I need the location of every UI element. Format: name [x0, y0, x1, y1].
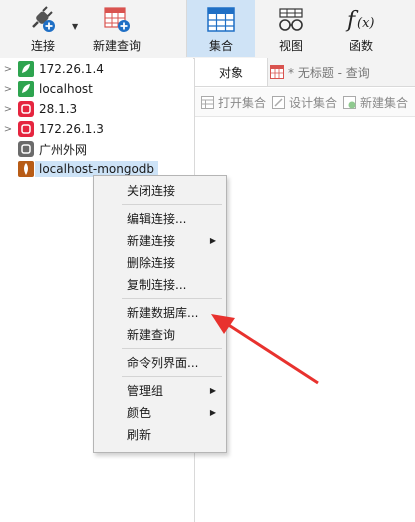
tree-item-localhost[interactable]: > localhost — [0, 79, 193, 99]
tab-untitled-query[interactable]: * 无标题 - 查询 — [270, 58, 370, 86]
tab-bar: 对象 * 无标题 - 查询 — [195, 58, 415, 87]
menu-refresh[interactable]: 刷新 — [94, 423, 226, 445]
mongodb-leaf-icon — [18, 161, 34, 177]
query-tab-icon — [270, 65, 284, 79]
function-button[interactable]: f (x) 函数 — [332, 0, 390, 57]
menu-new-database[interactable]: 新建数据库... — [94, 301, 226, 323]
connect-dropdown-icon[interactable]: ▼ — [72, 22, 78, 31]
open-collection-label: 打开集合 — [218, 95, 267, 110]
menu-command-line[interactable]: 命令列界面... — [94, 351, 226, 373]
menu-separator — [122, 348, 222, 349]
menu-separator — [122, 298, 222, 299]
tree-item-label: localhost — [39, 82, 93, 96]
view-button[interactable]: 视图 — [262, 0, 320, 57]
submenu-arrow-icon: ▶ — [209, 235, 216, 245]
expand-chevron-icon[interactable]: > — [0, 84, 16, 95]
object-panel: 对象 * 无标题 - 查询 打开集合 设计集合 新建集合 — [194, 58, 415, 522]
menu-close-connection[interactable]: 关闭连接 — [94, 179, 226, 201]
tree-item-28-1-3[interactable]: > 28.1.3 — [0, 99, 193, 119]
expand-chevron-icon[interactable]: > — [0, 104, 16, 115]
new-query-table-icon — [88, 0, 146, 33]
new-query-label: 新建查询 — [92, 39, 141, 53]
new-collection-icon — [343, 95, 357, 109]
tree-item-label: 广州外网 — [39, 142, 88, 157]
tree-item-172-26-1-4[interactable]: > 172.26.1.4 — [0, 59, 193, 79]
new-collection-label: 新建集合 — [360, 95, 409, 110]
tree-item-label: 172.26.1.4 — [39, 62, 104, 76]
main-toolbar: 连接 ▼ 新建查询 集合 视图 f (x) 函数 — [0, 0, 415, 59]
design-collection-label: 设计集合 — [289, 95, 338, 110]
collection-button[interactable]: 集合 — [187, 0, 255, 57]
svg-text:(x): (x) — [357, 16, 374, 31]
green-leaf-connection-icon — [18, 81, 34, 97]
menu-new-query[interactable]: 新建查询 — [94, 323, 226, 345]
red-db-connection-icon — [18, 101, 34, 117]
plug-icon — [18, 0, 68, 33]
object-toolbar: 打开集合 设计集合 新建集合 — [195, 88, 415, 117]
collection-grid-icon — [187, 0, 255, 33]
tree-item-label: 172.26.1.3 — [39, 122, 104, 136]
connect-label: 连接 — [30, 39, 55, 53]
collection-label: 集合 — [208, 39, 233, 53]
submenu-arrow-icon: ▶ — [209, 407, 216, 417]
view-label: 视图 — [278, 39, 303, 53]
menu-separator — [122, 376, 222, 377]
tree-item-guangzhou[interactable]: 广州外网 — [0, 139, 193, 159]
tree-item-label: 28.1.3 — [39, 102, 78, 116]
new-query-button[interactable]: 新建查询 — [88, 0, 146, 57]
expand-chevron-icon[interactable]: > — [0, 124, 16, 135]
menu-separator — [122, 204, 222, 205]
connect-button[interactable]: 连接 — [18, 0, 68, 57]
menu-edit-connection[interactable]: 编辑连接... — [94, 207, 226, 229]
expand-chevron-icon[interactable]: > — [0, 64, 16, 75]
new-collection-button[interactable]: 新建集合 — [343, 94, 408, 111]
design-collection-button[interactable]: 设计集合 — [272, 94, 337, 111]
tree-item-172-26-1-3[interactable]: > 172.26.1.3 — [0, 119, 193, 139]
tab-objects[interactable]: 对象 — [195, 58, 268, 86]
open-collection-button[interactable]: 打开集合 — [201, 94, 266, 111]
green-leaf-connection-icon — [18, 61, 34, 77]
submenu-arrow-icon: ▶ — [209, 385, 216, 395]
function-fx-icon: f (x) — [332, 0, 390, 33]
red-db-connection-icon — [18, 121, 34, 137]
menu-new-connection[interactable]: 新建连接 ▶ — [94, 229, 226, 251]
design-collection-icon — [272, 95, 286, 109]
function-label: 函数 — [348, 39, 373, 53]
menu-manage-group[interactable]: 管理组 ▶ — [94, 379, 226, 401]
gray-db-connection-icon — [18, 141, 34, 157]
open-collection-icon — [201, 95, 214, 109]
glasses-view-icon — [262, 0, 320, 33]
connection-context-menu: 关闭连接 编辑连接... 新建连接 ▶ 删除连接 复制连接... 新建数据库...… — [93, 175, 227, 453]
menu-copy-connection[interactable]: 复制连接... — [94, 273, 226, 295]
menu-delete-connection[interactable]: 删除连接 — [94, 251, 226, 273]
query-tab-label: * 无标题 - 查询 — [288, 65, 370, 80]
menu-color[interactable]: 颜色 ▶ — [94, 401, 226, 423]
